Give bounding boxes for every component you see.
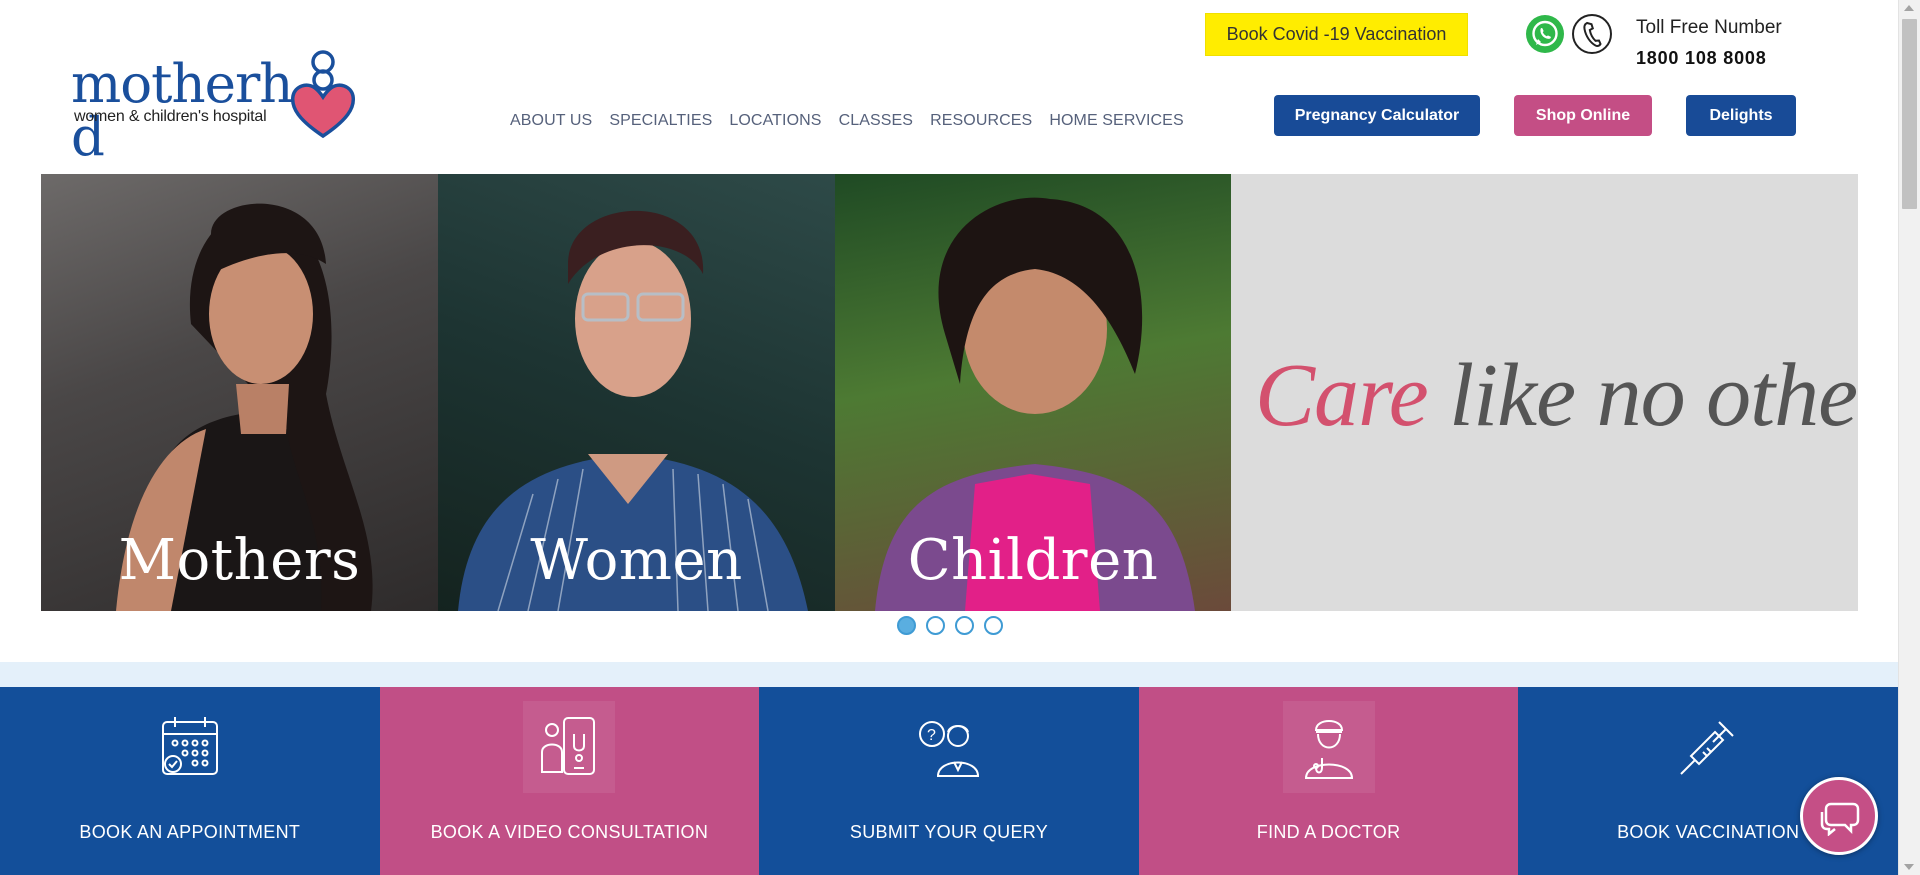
hero-label-children: Children — [907, 528, 1159, 593]
chat-icon — [1820, 802, 1860, 836]
chat-widget-button[interactable] — [1800, 777, 1878, 855]
section-divider — [0, 662, 1898, 687]
carousel-dot-4[interactable] — [984, 616, 1003, 635]
hero-panel-children: Children — [835, 174, 1231, 611]
phone-icon[interactable] — [1571, 13, 1613, 55]
scroll-up-arrow-icon[interactable] — [1904, 5, 1914, 11]
shop-online-button[interactable]: Shop Online — [1514, 95, 1652, 136]
nav-home-services[interactable]: HOME SERVICES — [1049, 112, 1183, 130]
nav-about-us[interactable]: ABOUT US — [510, 112, 592, 130]
hero-tagline: Care like no other. — [1255, 346, 1858, 445]
syringe-icon — [1662, 701, 1754, 793]
hero-carousel[interactable]: Mothers Women Children Care like no othe… — [41, 174, 1858, 611]
nav-locations[interactable]: LOCATIONS — [729, 112, 821, 130]
tile-label: SUBMIT YOUR QUERY — [849, 822, 1049, 842]
tile-label: BOOK AN APPOINTMENT — [79, 822, 301, 842]
video-consult-icon — [523, 701, 616, 793]
submit-query-tile[interactable]: ? SUBMIT YOUR QUERY — [759, 687, 1139, 875]
tile-label: FIND A DOCTOR — [1256, 822, 1401, 842]
delights-button[interactable]: Delights — [1686, 95, 1796, 136]
site-logo[interactable]: motherhd women & children's hospital — [71, 28, 376, 164]
toll-free-number[interactable]: 1800 108 8008 — [1636, 48, 1767, 69]
calendar-icon — [144, 701, 236, 793]
page-scrollbar[interactable] — [1898, 0, 1920, 875]
carousel-dot-2[interactable] — [926, 616, 945, 635]
query-icon: ? — [903, 701, 995, 793]
tile-label: BOOK A VIDEO CONSULTATION — [430, 822, 709, 842]
svg-text:?: ? — [927, 727, 936, 744]
scroll-thumb[interactable] — [1902, 19, 1917, 209]
covid-vaccination-button[interactable]: Book Covid -19 Vaccination — [1205, 13, 1468, 56]
pregnancy-calculator-button[interactable]: Pregnancy Calculator — [1274, 95, 1480, 136]
find-doctor-tile[interactable]: FIND A DOCTOR — [1138, 687, 1519, 875]
whatsapp-icon[interactable] — [1525, 14, 1565, 54]
video-consultation-tile[interactable]: BOOK A VIDEO CONSULTATION — [379, 687, 760, 875]
nav-resources[interactable]: RESOURCES — [930, 112, 1032, 130]
hero-label-women: Women — [530, 528, 743, 593]
carousel-dot-3[interactable] — [955, 616, 974, 635]
book-appointment-tile[interactable]: BOOK AN APPOINTMENT — [0, 687, 380, 875]
toll-free-label: Toll Free Number — [1636, 17, 1782, 38]
nav-specialties[interactable]: SPECIALTIES — [609, 112, 712, 130]
logo-heart-icon — [290, 50, 356, 139]
doctor-icon — [1282, 701, 1375, 793]
carousel-dot-1[interactable] — [897, 616, 916, 635]
scroll-down-arrow-icon[interactable] — [1904, 864, 1914, 870]
hero-panel-women: Women — [438, 174, 835, 611]
carousel-pagination — [897, 616, 1003, 635]
hero-label-mothers: Mothers — [118, 528, 361, 593]
main-nav: ABOUT US SPECIALTIES LOCATIONS CLASSES R… — [510, 112, 1201, 130]
logo-subtitle: women & children's hospital — [74, 108, 267, 125]
hero-panel-mothers: Mothers — [41, 174, 438, 611]
nav-classes[interactable]: CLASSES — [839, 112, 914, 130]
quick-actions: BOOK AN APPOINTMENT BOOK A VIDEO CONSULT… — [0, 687, 1898, 875]
